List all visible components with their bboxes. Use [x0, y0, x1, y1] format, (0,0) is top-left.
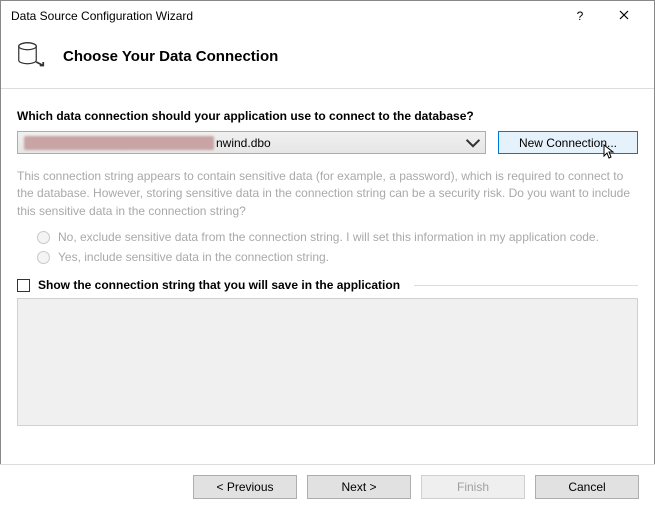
connection-dropdown[interactable]: nwind.dbo [17, 131, 486, 154]
show-connection-string-checkbox[interactable] [17, 279, 30, 292]
radio-include-label: Yes, include sensitive data in the conne… [58, 250, 329, 264]
show-connection-string-label: Show the connection string that you will… [38, 278, 400, 292]
page-heading: Choose Your Data Connection [63, 48, 278, 65]
help-icon: ? [577, 9, 584, 23]
previous-button[interactable]: < Previous [193, 475, 297, 499]
connection-selected-text: nwind.dbo [216, 136, 271, 150]
radio-include-sensitive: Yes, include sensitive data in the conne… [37, 250, 638, 264]
connection-row: nwind.dbo New Connection... [17, 131, 638, 154]
finish-button: Finish [421, 475, 525, 499]
help-button[interactable]: ? [558, 2, 602, 30]
new-connection-button[interactable]: New Connection... [498, 131, 638, 154]
radio-exclude-sensitive: No, exclude sensitive data from the conn… [37, 230, 638, 244]
cancel-button[interactable]: Cancel [535, 475, 639, 499]
show-connection-string-row: Show the connection string that you will… [17, 278, 638, 292]
separator-line [414, 285, 638, 286]
next-button[interactable]: Next > [307, 475, 411, 499]
wizard-footer: < Previous Next > Finish Cancel [0, 464, 655, 508]
radio-exclude-label: No, exclude sensitive data from the conn… [58, 230, 599, 244]
close-button[interactable] [602, 2, 646, 30]
content-area: Which data connection should your applic… [1, 89, 654, 434]
sensitive-data-text: This connection string appears to contai… [17, 168, 638, 220]
database-icon [17, 41, 45, 72]
wizard-header: Choose Your Data Connection [1, 31, 654, 89]
window-title: Data Source Configuration Wizard [11, 9, 558, 23]
connection-string-box [17, 298, 638, 426]
radio-icon [37, 251, 50, 264]
new-connection-label: New Connection... [519, 136, 617, 150]
radio-icon [37, 231, 50, 244]
chevron-down-icon [465, 135, 481, 151]
titlebar: Data Source Configuration Wizard ? [1, 1, 654, 31]
close-icon [619, 9, 629, 23]
redacted-connection-prefix [24, 136, 214, 150]
prompt-label: Which data connection should your applic… [17, 109, 638, 123]
